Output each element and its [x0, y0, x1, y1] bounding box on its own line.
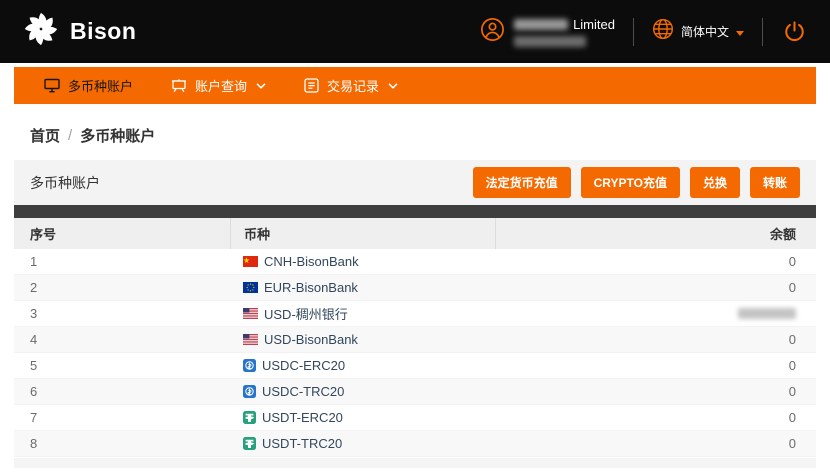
row-balance: 0 [495, 249, 816, 274]
crypto-deposit-button[interactable]: CRYPTO充值 [581, 167, 680, 198]
column-header-balance: 余额 [495, 218, 816, 249]
table-row: 4 USD-BisonBank 0 [14, 327, 816, 353]
record-icon [304, 78, 319, 93]
currency-name: USDC-ERC20 [262, 358, 345, 373]
table-row: 3 USD-稠州银行 [14, 301, 816, 327]
nav-item-transaction-records[interactable]: 交易记录 [304, 76, 398, 95]
brand-logo[interactable]: Bison [22, 10, 136, 53]
redacted-company-name [514, 19, 568, 30]
row-index: 1 [14, 249, 230, 274]
breadcrumb-home[interactable]: 首页 [30, 125, 60, 146]
header-divider [762, 18, 763, 46]
us-flag-icon [243, 334, 258, 345]
currency-name: USDC-TRC20 [262, 384, 344, 399]
currency-name: USD-BisonBank [264, 332, 358, 347]
breadcrumb-current: 多币种账户 [80, 125, 155, 146]
main-nav: 多币种账户 账户查询 交易记录 [14, 67, 816, 104]
row-index: 4 [14, 327, 230, 352]
currency-name: USD-稠州银行 [264, 304, 348, 323]
row-index: 8 [14, 431, 230, 456]
row-balance: 0 [495, 353, 816, 378]
table-row: 7 USDT-ERC20 0 [14, 405, 816, 431]
redacted-balance [738, 308, 796, 319]
column-header-index: 序号 [14, 218, 230, 249]
board-icon [171, 78, 187, 93]
table-row: 8 USDT-TRC20 0 [14, 431, 816, 457]
redacted-account-line [514, 36, 586, 47]
header-divider [633, 18, 634, 46]
company-suffix: Limited [573, 17, 615, 32]
chevron-down-icon [388, 83, 398, 89]
top-header: Bison Limited 简体中文 [0, 0, 830, 63]
row-index: 2 [14, 275, 230, 300]
row-balance: 0 [495, 275, 816, 300]
row-index: 6 [14, 379, 230, 404]
row-balance: 0 [495, 431, 816, 456]
exchange-button[interactable]: 兑换 [690, 167, 740, 198]
currency-name: EUR-BisonBank [264, 280, 358, 295]
currency-name: USDT-ERC20 [262, 410, 343, 425]
usdt-icon [243, 411, 256, 424]
user-account[interactable]: Limited [480, 17, 615, 47]
cn-flag-icon [243, 256, 258, 267]
brand-name: Bison [70, 18, 136, 45]
nav-item-account-inquiry[interactable]: 账户查询 [171, 76, 266, 95]
table-footer-strip [14, 458, 816, 468]
nav-item-label: 交易记录 [327, 76, 379, 95]
table-header: 序号 币种 余额 [14, 218, 816, 249]
nav-item-multi-currency-account[interactable]: 多币种账户 [44, 76, 133, 95]
chevron-down-icon [736, 23, 744, 41]
table-row: 5 USDC-ERC20 0 [14, 353, 816, 379]
usdt-icon [243, 437, 256, 450]
usdc-icon [243, 385, 256, 398]
fiat-deposit-button[interactable]: 法定货币充值 [473, 167, 571, 198]
bison-swirl-icon [22, 10, 60, 53]
row-index: 5 [14, 353, 230, 378]
transfer-button[interactable]: 转账 [750, 167, 800, 198]
chevron-down-icon [256, 83, 266, 89]
table-row: 6 USDC-TRC20 0 [14, 379, 816, 405]
globe-icon [652, 18, 674, 45]
panel-header: 多币种账户 法定货币充值 CRYPTO充值兑换转账 [14, 160, 816, 205]
table-row: 2 EUR-BisonBank 0 [14, 275, 816, 301]
row-balance: 0 [495, 379, 816, 404]
row-index: 3 [14, 301, 230, 326]
row-balance: 0 [495, 405, 816, 430]
us-flag-icon [243, 308, 258, 319]
row-index: 7 [14, 405, 230, 430]
currency-name: CNH-BisonBank [264, 254, 359, 269]
table-row: 1 CNH-BisonBank 0 [14, 249, 816, 275]
eu-flag-icon [243, 282, 258, 293]
user-icon [480, 17, 505, 47]
currency-name: USDT-TRC20 [262, 436, 342, 451]
breadcrumb: 首页 / 多币种账户 [30, 125, 800, 146]
language-label: 简体中文 [681, 23, 729, 40]
multi-currency-panel: 多币种账户 法定货币充值 CRYPTO充值兑换转账 序号 币种 余额 1 CNH-… [14, 160, 816, 468]
panel-title: 多币种账户 [30, 173, 100, 193]
table-body: 1 CNH-BisonBank 0 2 EUR-BisonBank 0 3 US… [14, 249, 816, 457]
usdc-icon [243, 359, 256, 372]
breadcrumb-separator: / [68, 127, 72, 144]
row-balance [495, 301, 816, 326]
language-selector[interactable]: 简体中文 [652, 18, 744, 45]
table-top-bar [14, 205, 816, 218]
logout-power-button[interactable] [781, 18, 808, 45]
monitor-icon [44, 78, 60, 93]
nav-item-label: 账户查询 [195, 76, 247, 95]
panel-actions: 法定货币充值 CRYPTO充值兑换转账 [473, 167, 800, 198]
nav-item-label: 多币种账户 [68, 76, 133, 95]
column-header-currency: 币种 [230, 218, 495, 249]
user-name: Limited [514, 17, 615, 47]
row-balance: 0 [495, 327, 816, 352]
